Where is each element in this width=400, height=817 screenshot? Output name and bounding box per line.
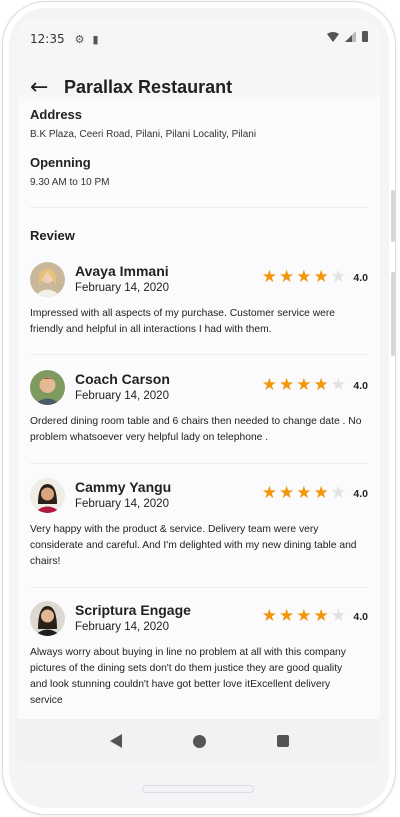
opening-label: Openning [30,155,91,170]
star-icon: ★ [313,267,329,287]
star-icon: ★ [261,606,277,626]
gear-icon: ⚙ [74,32,85,46]
star-icon: ★ [313,606,329,626]
review-date: February 14, 2020 [75,621,169,633]
rating-value: 4.0 [353,611,368,623]
review-text: Always worry about buying in line no pro… [30,647,346,706]
signal-icon [345,31,356,42]
star-icon: ★ [313,375,329,395]
star-icon: ★ [279,375,295,395]
review-text: Ordered dining room table and 6 chairs t… [30,416,362,443]
screen: 12:35 ⚙ ▮ ← Parallax Restaurant Address … [18,19,380,763]
star-icon: ★ [279,267,295,287]
divider [30,587,368,588]
star-rating: ★ ★ ★ ★ ★ [262,608,346,625]
address-label: Address [30,107,83,122]
reviewer-name: Scriptura Engage [75,602,191,618]
rating-value: 4.0 [353,380,368,392]
review-text: Impressed with all aspects of my purchas… [30,308,336,335]
star-icon: ★ [296,267,312,287]
wifi-icon [327,31,339,42]
nav-home-icon[interactable] [192,734,206,748]
star-icon: ★ [296,375,312,395]
page-title: Parallax Restaurant [64,76,233,97]
volume-button [391,272,395,356]
avatar [30,262,65,297]
sd-card-icon: ▮ [92,32,99,46]
status-bar: 12:35 ⚙ ▮ [18,19,380,59]
star-icon: ★ [296,606,312,626]
star-empty-icon: ★ [330,483,346,503]
review-date: February 14, 2020 [75,390,169,402]
star-icon: ★ [313,483,329,503]
star-icon: ★ [261,375,277,395]
review-text: Very happy with the product & service. D… [30,524,357,567]
rating-value: 4.0 [353,488,368,500]
star-empty-icon: ★ [330,606,346,626]
star-icon: ★ [261,267,277,287]
arrow-left-icon[interactable]: ← [30,75,64,100]
reviewer-name: Avaya Immani [75,263,169,279]
divider [30,207,368,208]
reviewer-name: Cammy Yangu [75,479,172,495]
star-icon: ★ [279,606,295,626]
power-button [391,190,395,242]
review-date: February 14, 2020 [75,282,169,294]
avatar [30,601,65,636]
review-section-title: Review [30,228,75,243]
opening-block: Openning 9.30 AM to 10 PM [30,155,110,188]
star-empty-icon: ★ [330,267,346,287]
star-rating: ★ ★ ★ ★ ★ [262,485,346,502]
opening-value: 9.30 AM to 10 PM [30,177,110,188]
nav-back-icon[interactable] [109,734,122,748]
rating-value: 4.0 [353,272,368,284]
navigation-bar [18,719,380,763]
star-icon: ★ [261,483,277,503]
star-empty-icon: ★ [330,375,346,395]
star-rating: ★ ★ ★ ★ ★ [262,269,346,286]
address-value: B.K Plaza, Ceeri Road, Pilani, Pilani Lo… [30,129,257,140]
status-time: 12:35 [30,32,65,46]
reviewer-name: Coach Carson [75,371,170,387]
divider [30,354,368,355]
star-rating: ★ ★ ★ ★ ★ [262,377,346,394]
star-icon: ★ [279,483,295,503]
nav-recents-icon[interactable] [276,735,289,747]
address-block: Address B.K Plaza, Ceeri Road, Pilani, P… [30,107,256,140]
divider [30,463,368,464]
avatar [30,478,65,513]
review-date: February 14, 2020 [75,498,169,510]
bottom-speaker [142,785,254,793]
content-area[interactable]: Address B.K Plaza, Ceeri Road, Pilani, P… [18,97,380,719]
avatar [30,370,65,405]
star-icon: ★ [296,483,312,503]
battery-icon [362,31,368,42]
